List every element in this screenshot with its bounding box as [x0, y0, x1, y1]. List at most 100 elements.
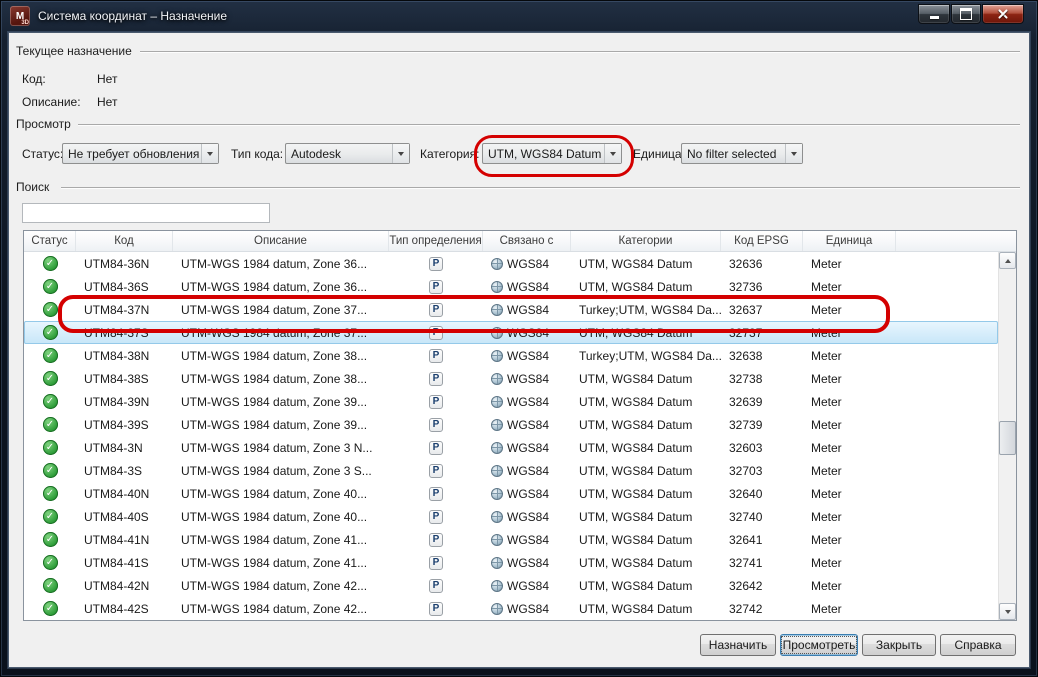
row-status-cell: ✓ [24, 555, 76, 570]
row-definition-type-cell: P [389, 280, 483, 294]
table-row[interactable]: ✓ UTM84-3S UTM-WGS 1984 datum, Zone 3 S.… [24, 459, 998, 482]
status-ok-icon: ✓ [43, 509, 58, 524]
column-header-definition-type[interactable]: Тип определения [389, 231, 483, 251]
table-row[interactable]: ✓ UTM84-37S UTM-WGS 1984 datum, Zone 37.… [24, 321, 998, 344]
globe-icon [491, 557, 503, 569]
vertical-scrollbar[interactable] [998, 252, 1016, 620]
table-row[interactable]: ✓ UTM84-41N UTM-WGS 1984 datum, Zone 41.… [24, 528, 998, 551]
help-button[interactable]: Справка [940, 634, 1016, 656]
column-header-category[interactable]: Категории [571, 231, 721, 251]
row-description: UTM-WGS 1984 datum, Zone 41... [173, 556, 389, 570]
row-definition-type-cell: P [389, 395, 483, 409]
row-epsg-code: 32737 [721, 326, 803, 340]
status-filter-dropdown[interactable]: Не требует обновления [62, 143, 219, 164]
row-description: UTM-WGS 1984 datum, Zone 41... [173, 533, 389, 547]
scroll-down-button[interactable] [999, 603, 1016, 620]
category-dropdown[interactable]: UTM, WGS84 Datum [482, 143, 622, 164]
table-row[interactable]: ✓ UTM84-38S UTM-WGS 1984 datum, Zone 38.… [24, 367, 998, 390]
row-epsg-code: 32740 [721, 510, 803, 524]
row-code: UTM84-3N [76, 441, 173, 455]
row-category: UTM, WGS84 Datum [571, 257, 721, 271]
row-code: UTM84-41N [76, 533, 173, 547]
close-dialog-button[interactable]: Закрыть [862, 634, 936, 656]
search-input[interactable] [22, 203, 270, 223]
globe-icon [491, 419, 503, 431]
row-category: UTM, WGS84 Datum [571, 510, 721, 524]
app-icon: M 3D [10, 6, 30, 26]
table-row[interactable]: ✓ UTM84-38N UTM-WGS 1984 datum, Zone 38.… [24, 344, 998, 367]
table-row[interactable]: ✓ UTM84-3N UTM-WGS 1984 datum, Zone 3 N.… [24, 436, 998, 459]
row-description: UTM-WGS 1984 datum, Zone 40... [173, 510, 389, 524]
row-related-cell: WGS84 [483, 533, 571, 547]
column-header-unit[interactable]: Единица [803, 231, 896, 251]
status-ok-icon: ✓ [43, 348, 58, 363]
row-unit: Meter [803, 464, 896, 478]
globe-icon [491, 258, 503, 270]
title-bar[interactable]: M 3D Система координат – Назначение [0, 0, 1038, 32]
view-button[interactable]: Просмотреть [780, 634, 858, 656]
column-header-status[interactable]: Статус [24, 231, 76, 251]
column-header-description[interactable]: Описание [173, 231, 389, 251]
scrollbar-thumb[interactable] [999, 421, 1016, 455]
row-code: UTM84-36N [76, 257, 173, 271]
status-ok-icon: ✓ [43, 486, 58, 501]
table-row[interactable]: ✓ UTM84-40S UTM-WGS 1984 datum, Zone 40.… [24, 505, 998, 528]
row-category: UTM, WGS84 Datum [571, 556, 721, 570]
row-status-cell: ✓ [24, 532, 76, 547]
row-unit: Meter [803, 257, 896, 271]
scroll-up-button[interactable] [999, 252, 1016, 269]
row-category: UTM, WGS84 Datum [571, 441, 721, 455]
row-definition-type-cell: P [389, 349, 483, 363]
help-button-label: Справка [954, 638, 1001, 652]
table-row[interactable]: ✓ UTM84-42N UTM-WGS 1984 datum, Zone 42.… [24, 574, 998, 597]
category-value: UTM, WGS84 Datum [483, 147, 604, 161]
unit-filter-dropdown[interactable]: No filter selected [681, 143, 803, 164]
close-button[interactable] [982, 4, 1024, 24]
table-row[interactable]: ✓ UTM84-39S UTM-WGS 1984 datum, Zone 39.… [24, 413, 998, 436]
row-epsg-code: 32741 [721, 556, 803, 570]
assign-button[interactable]: Назначить [700, 634, 776, 656]
row-category: UTM, WGS84 Datum [571, 533, 721, 547]
row-unit: Meter [803, 395, 896, 409]
table-row[interactable]: ✓ UTM84-39N UTM-WGS 1984 datum, Zone 39.… [24, 390, 998, 413]
row-epsg-code: 32642 [721, 579, 803, 593]
column-header-related[interactable]: Связано с [483, 231, 571, 251]
view-button-label: Просмотреть [783, 638, 856, 652]
row-status-cell: ✓ [24, 601, 76, 616]
table-header: Статус Код Описание Тип определения Связ… [24, 231, 1016, 252]
row-definition-type-cell: P [389, 556, 483, 570]
status-ok-icon: ✓ [43, 578, 58, 593]
row-unit: Meter [803, 487, 896, 501]
window: M 3D Система координат – Назначение Теку… [0, 0, 1038, 677]
row-epsg-code: 32739 [721, 418, 803, 432]
row-related-to: WGS84 [507, 303, 549, 317]
row-description: UTM-WGS 1984 datum, Zone 37... [173, 326, 389, 340]
column-header-code[interactable]: Код [76, 231, 173, 251]
row-code: UTM84-38S [76, 372, 173, 386]
table-row[interactable]: ✓ UTM84-36S UTM-WGS 1984 datum, Zone 36.… [24, 275, 998, 298]
globe-icon [491, 396, 503, 408]
maximize-button[interactable] [951, 4, 981, 24]
minimize-icon [930, 16, 939, 19]
minimize-button[interactable] [918, 4, 950, 24]
column-header-filler [896, 231, 1016, 251]
chevron-down-icon [201, 144, 218, 163]
code-type-value: Autodesk [286, 147, 392, 161]
column-header-epsg[interactable]: Код EPSG [721, 231, 803, 251]
row-related-to: WGS84 [507, 395, 549, 409]
projection-type-icon: P [429, 280, 443, 294]
table-row[interactable]: ✓ UTM84-42S UTM-WGS 1984 datum, Zone 42.… [24, 597, 998, 620]
table-row[interactable]: ✓ UTM84-41S UTM-WGS 1984 datum, Zone 41.… [24, 551, 998, 574]
row-epsg-code: 32637 [721, 303, 803, 317]
table-row[interactable]: ✓ UTM84-40N UTM-WGS 1984 datum, Zone 40.… [24, 482, 998, 505]
table-row[interactable]: ✓ UTM84-37N UTM-WGS 1984 datum, Zone 37.… [24, 298, 998, 321]
row-related-cell: WGS84 [483, 395, 571, 409]
row-code: UTM84-39S [76, 418, 173, 432]
row-unit: Meter [803, 372, 896, 386]
row-description: UTM-WGS 1984 datum, Zone 3 N... [173, 441, 389, 455]
row-definition-type-cell: P [389, 533, 483, 547]
code-type-dropdown[interactable]: Autodesk [285, 143, 410, 164]
table-row[interactable]: ✓ UTM84-36N UTM-WGS 1984 datum, Zone 36.… [24, 252, 998, 275]
row-category: Turkey;UTM, WGS84 Da... [571, 303, 721, 317]
row-description: UTM-WGS 1984 datum, Zone 36... [173, 257, 389, 271]
